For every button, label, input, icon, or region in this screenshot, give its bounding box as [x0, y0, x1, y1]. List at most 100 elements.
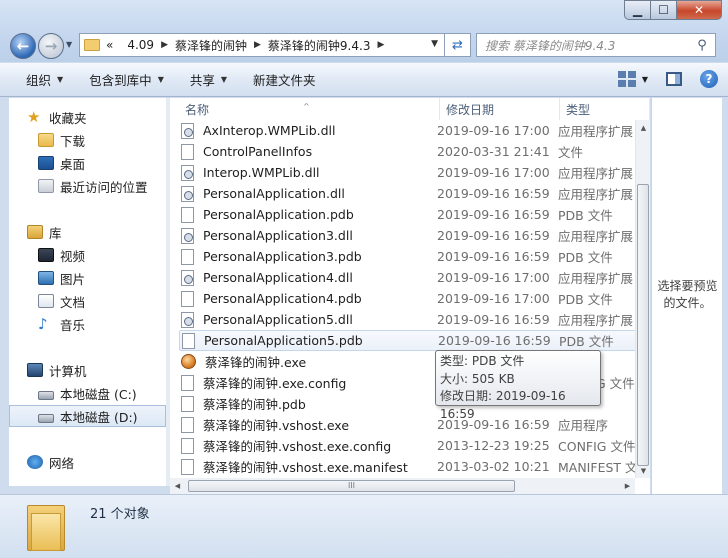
forward-button[interactable]: →	[38, 33, 64, 59]
share-menu[interactable]: 共享 ▼	[177, 70, 240, 89]
file-date: 2019-09-16 17:00	[437, 165, 550, 180]
preview-pane-toggle-icon[interactable]	[666, 72, 682, 86]
file-name: PersonalApplication5.dll	[203, 312, 353, 327]
file-row[interactable]: AxInterop.WMPLib.dll 2019-09-16 17:00 应用程序…	[179, 120, 643, 141]
include-in-library-menu[interactable]: 包含到库中 ▼	[76, 70, 177, 89]
nav-item-downloads[interactable]: 下载	[9, 129, 166, 151]
nav-item-drive-d[interactable]: 本地磁盘 (D:)	[9, 405, 166, 427]
breadcrumb-item[interactable]: 4.09	[127, 38, 154, 52]
file-row[interactable]: PersonalApplication5.dll 2019-09-16 16:59…	[179, 309, 643, 330]
file-row[interactable]: ControlPanelInfos 2020-03-31 21:41 文件	[179, 141, 643, 162]
nav-item-favorites[interactable]: ★ 收藏夹	[9, 106, 166, 128]
file-row[interactable]: PersonalApplication3.dll 2019-09-16 16:59…	[179, 225, 643, 246]
scroll-right-icon[interactable]: ▶	[620, 478, 635, 494]
preview-pane: 选择要预览的文件。	[651, 98, 722, 494]
help-icon[interactable]: ?	[700, 70, 718, 88]
breadcrumb-item[interactable]: 蔡泽锋的闹钟	[175, 37, 247, 54]
nav-item-documents[interactable]: 文档	[9, 290, 166, 312]
file-row[interactable]: 蔡泽锋的闹钟.vshost.exe.manifest 2013-03-02 10:…	[179, 456, 643, 477]
search-box[interactable]: 搜索 蔡泽锋的闹钟9.4.3 ⚲	[476, 33, 716, 57]
nav-item-libraries[interactable]: 库	[9, 221, 166, 243]
nav-item-drive-c[interactable]: 本地磁盘 (C:)	[9, 382, 166, 404]
nav-label: 音乐	[60, 317, 86, 333]
file-row[interactable]: PersonalApplication4.dll 2019-09-16 17:00…	[179, 267, 643, 288]
file-type: 应用程序扩展	[558, 313, 634, 328]
file-name: PersonalApplication4.pdb	[203, 291, 362, 306]
breadcrumb-separator-icon[interactable]: ▶	[377, 40, 384, 50]
nav-item-videos[interactable]: 视频	[9, 244, 166, 266]
file-name: PersonalApplication5.pdb	[204, 333, 363, 348]
minimize-button[interactable]: ▁	[624, 0, 651, 20]
organize-menu[interactable]: 组织 ▼	[0, 70, 76, 89]
nav-item-computer[interactable]: 计算机	[9, 359, 166, 381]
search-input[interactable]: 搜索 蔡泽锋的闹钟9.4.3	[485, 37, 689, 54]
file-row[interactable]: PersonalApplication.pdb 2019-09-16 16:59 P…	[179, 204, 643, 225]
scroll-up-icon[interactable]: ▲	[636, 120, 651, 135]
picture-icon	[38, 271, 54, 285]
file-row[interactable]: PersonalApplication5.pdb 2019-09-16 16:59…	[179, 330, 643, 351]
column-header-name[interactable]: 名称 ^	[170, 98, 440, 120]
horizontal-scrollbar[interactable]: ◀ III ▶	[170, 478, 635, 494]
back-button[interactable]: ←	[10, 33, 36, 59]
column-header-type[interactable]: 类型	[560, 98, 650, 120]
file-name-cell: PersonalApplication5.pdb	[180, 332, 438, 349]
vshost-icon	[181, 416, 194, 433]
dll-icon	[181, 122, 194, 139]
file-name-cell: PersonalApplication4.pdb	[179, 290, 437, 307]
nav-item-pictures[interactable]: 图片	[9, 267, 166, 289]
file-name-cell: 蔡泽锋的闹钟.exe	[179, 352, 437, 371]
file-row[interactable]: PersonalApplication4.pdb 2019-09-16 17:00…	[179, 288, 643, 309]
scroll-down-icon[interactable]: ▼	[636, 463, 651, 478]
vertical-scroll-thumb[interactable]	[637, 184, 649, 466]
hard-drive-icon	[38, 413, 54, 423]
address-bar[interactable]: « 4.09 ▶ 蔡泽锋的闹钟 ▶ 蔡泽锋的闹钟9.4.3 ▶ ▼	[79, 33, 445, 57]
file-row[interactable]: PersonalApplication3.pdb 2019-09-16 16:59…	[179, 246, 643, 267]
breadcrumb-overflow[interactable]: «	[106, 38, 113, 52]
recent-pages-dropdown[interactable]: ▼	[66, 40, 72, 49]
nav-item-recent[interactable]: 最近访问的位置	[9, 175, 166, 197]
file-name: PersonalApplication3.dll	[203, 228, 353, 243]
refresh-button[interactable]: ⇄	[445, 33, 471, 57]
change-view-button[interactable]: ▼	[617, 71, 648, 87]
horizontal-scroll-thumb[interactable]: III	[188, 480, 515, 492]
nav-item-desktop[interactable]: 桌面	[9, 152, 166, 174]
file-date: 2019-09-16 16:59	[438, 333, 551, 348]
file-row[interactable]: Interop.WMPLib.dll 2019-09-16 17:00 应用程序扩展	[179, 162, 643, 183]
chevron-down-icon: ▼	[641, 74, 648, 84]
nav-item-music[interactable]: ♪ 音乐	[9, 313, 166, 335]
video-icon	[38, 248, 54, 262]
file-icon	[181, 290, 194, 307]
music-icon: ♪	[38, 315, 48, 333]
scroll-left-icon[interactable]: ◀	[170, 478, 185, 494]
file-name: Interop.WMPLib.dll	[203, 165, 320, 180]
file-row[interactable]: 蔡泽锋的闹钟.vshost.exe.config 2013-12-23 19:25…	[179, 435, 643, 456]
sort-ascending-icon: ^	[303, 102, 310, 111]
breadcrumb-separator-icon[interactable]: ▶	[161, 40, 168, 50]
dll-icon	[181, 164, 194, 181]
file-name: AxInterop.WMPLib.dll	[203, 123, 336, 138]
maximize-button[interactable]: ☐	[651, 0, 677, 20]
file-date: 2019-09-16 16:59	[437, 249, 550, 264]
nav-label: 视频	[60, 248, 86, 264]
folder-icon	[27, 501, 65, 551]
downloads-folder-icon	[38, 133, 54, 147]
file-type: 应用程序扩展	[558, 271, 634, 286]
vertical-scrollbar[interactable]: ▲ ▼	[635, 120, 650, 478]
nav-item-network[interactable]: 网络	[9, 451, 166, 473]
chevron-down-icon: ▼	[157, 75, 164, 84]
close-button[interactable]: ✕	[677, 0, 722, 20]
new-folder-button[interactable]: 新建文件夹	[240, 70, 329, 89]
breadcrumb-separator-icon[interactable]: ▶	[254, 40, 261, 50]
file-type: CONFIG 文件	[558, 439, 636, 454]
column-header-date[interactable]: 修改日期	[440, 98, 560, 120]
document-icon	[38, 294, 54, 308]
nav-label: 本地磁盘 (D:)	[60, 409, 138, 425]
breadcrumb-item[interactable]: 蔡泽锋的闹钟9.4.3	[268, 37, 371, 54]
file-name: PersonalApplication4.dll	[203, 270, 353, 285]
file-name-cell: 蔡泽锋的闹钟.vshost.exe.manifest	[179, 457, 437, 476]
search-icon[interactable]: ⚲	[689, 38, 715, 53]
file-date: 2019-09-16 16:59	[437, 207, 550, 222]
address-dropdown-icon[interactable]: ▼	[431, 39, 438, 49]
file-row[interactable]: PersonalApplication.dll 2019-09-16 16:59 应…	[179, 183, 643, 204]
tooltip-size: 大小: 505 KB	[440, 371, 515, 386]
